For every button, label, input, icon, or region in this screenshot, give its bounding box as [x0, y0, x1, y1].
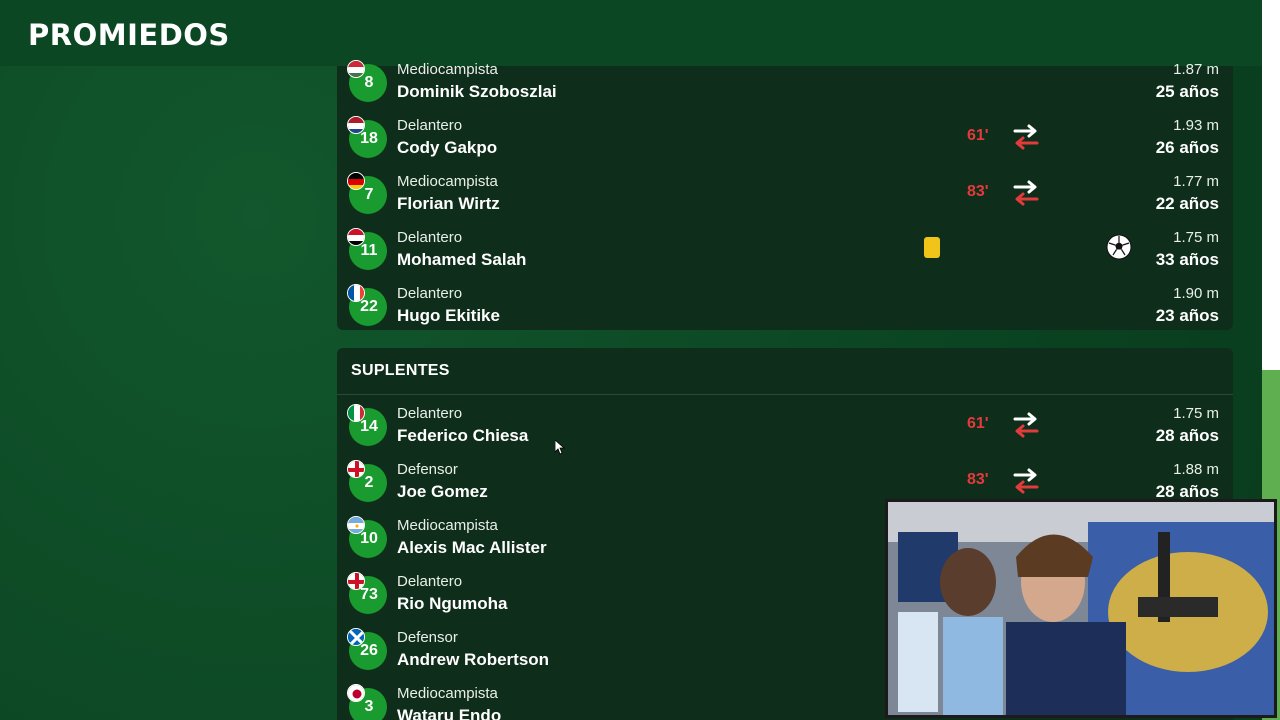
player-age: 33 años [1155, 250, 1219, 269]
player-position: Delantero [397, 229, 463, 246]
player-position: Mediocampista [397, 517, 498, 534]
top-bar: PROMIEDOS [0, 0, 1262, 66]
player-age: 25 años [1155, 82, 1219, 101]
flag-hungary-icon [347, 60, 365, 78]
swap-arrows-icon [1011, 466, 1041, 496]
promiedos-logo[interactable]: PROMIEDOS [28, 18, 230, 52]
player-name[interactable]: Dominik Szoboszlai [397, 82, 557, 102]
flag-argentina-icon [347, 516, 365, 534]
player-position: Mediocampista [397, 173, 498, 190]
player-position: Delantero [397, 285, 463, 302]
player-age: 26 años [1155, 138, 1219, 157]
player-row[interactable]: 18 Delantero Cody Gakpo 61' 1.93 m 26 años [337, 116, 1233, 172]
flag-germany-icon [347, 172, 365, 190]
player-height: 1.77 m [1173, 173, 1219, 190]
flag-japan-icon [347, 684, 365, 702]
player-position: Delantero [397, 117, 463, 134]
mouse-cursor-icon [555, 440, 565, 455]
flag-netherlands-icon [347, 116, 365, 134]
flag-scotland-icon [347, 628, 365, 646]
player-position: Delantero [397, 573, 463, 590]
player-name[interactable]: Cody Gakpo [397, 138, 497, 158]
player-name[interactable]: Federico Chiesa [397, 426, 528, 446]
player-height: 1.93 m [1173, 117, 1219, 134]
player-name[interactable]: Andrew Robertson [397, 650, 549, 670]
streamer-video [888, 502, 1274, 715]
player-height: 1.75 m [1173, 405, 1219, 422]
flag-france-icon [347, 284, 365, 302]
logo-text: PROMIEDOS [28, 18, 230, 52]
player-row[interactable]: 22 Delantero Hugo Ekitike 1.90 m 23 años [337, 284, 1233, 340]
player-name[interactable]: Wataru Endo [397, 706, 501, 720]
player-name[interactable]: Joe Gomez [397, 482, 488, 502]
webcam-overlay [885, 499, 1277, 718]
substitution-minute: 83' [967, 471, 989, 488]
player-position: Mediocampista [397, 61, 498, 78]
player-name[interactable]: Florian Wirtz [397, 194, 500, 214]
player-position: Delantero [397, 405, 463, 422]
yellow-card-icon [924, 237, 940, 258]
player-age: 22 años [1155, 194, 1219, 213]
player-name[interactable]: Mohamed Salah [397, 250, 526, 270]
player-row[interactable]: 8 Mediocampista Dominik Szoboszlai 1.87 m 25… [337, 60, 1233, 116]
substitution-minute: 83' [967, 183, 989, 200]
player-row[interactable]: 14 Delantero Federico Chiesa 61' 1.75 m 28 añ… [337, 404, 1233, 460]
substitution-minute: 61' [967, 415, 989, 432]
swap-arrows-icon [1011, 178, 1041, 208]
flag-england-icon [347, 460, 365, 478]
player-age: 23 años [1155, 306, 1219, 325]
substitution-minute: 61' [967, 127, 989, 144]
player-height: 1.75 m [1173, 229, 1219, 246]
player-position: Mediocampista [397, 685, 498, 702]
player-row[interactable]: 11 Delantero Mohamed Salah 1.75 m 33 años [337, 228, 1233, 284]
player-position: Defensor [397, 461, 458, 478]
player-height: 1.87 m [1173, 61, 1219, 78]
player-name[interactable]: Alexis Mac Allister [397, 538, 547, 558]
player-row[interactable]: 7 Mediocampista Florian Wirtz 83' 1.77 m 22 a… [337, 172, 1233, 228]
flag-italy-icon [347, 404, 365, 422]
flag-england-icon [347, 572, 365, 590]
section-divider [337, 394, 1233, 395]
substitutes-title: SUPLENTES [351, 362, 450, 379]
swap-arrows-icon [1011, 410, 1041, 440]
flag-egypt-icon [347, 228, 365, 246]
player-height: 1.90 m [1173, 285, 1219, 302]
player-age: 28 años [1155, 426, 1219, 445]
player-position: Defensor [397, 629, 458, 646]
player-name[interactable]: Hugo Ekitike [397, 306, 500, 326]
player-name[interactable]: Rio Ngumoha [397, 594, 508, 614]
starters-card: 8 Mediocampista Dominik Szoboszlai 1.87 m 25… [337, 60, 1233, 330]
swap-arrows-icon [1011, 122, 1041, 152]
soccer-ball-icon [1106, 234, 1132, 260]
player-height: 1.88 m [1173, 461, 1219, 478]
